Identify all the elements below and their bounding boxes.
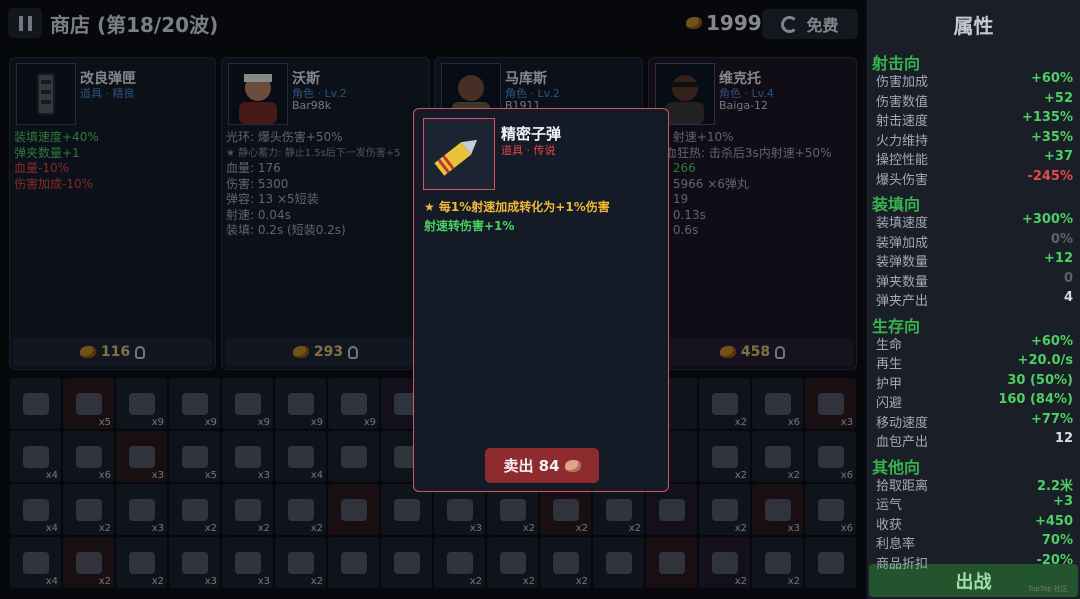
stat-row: 商品折扣 -20% [876,553,1073,572]
stat-label: 移动速度 [876,415,929,431]
stat-row: 射击速度 +135% [876,110,1073,129]
stat-value: 4 [1063,290,1073,305]
stat-value: +20.0/s [1017,353,1073,368]
stat-label: 收获 [876,517,903,533]
stat-value: +77% [1030,411,1073,427]
stat-label: 装弹加成 [876,235,929,251]
stat-value: -20% [1036,552,1073,568]
sell-label: 卖出 84 [503,457,560,475]
stat-row: 收获 +450 [876,514,1073,533]
stat-row: 操控性能 +37 [876,149,1073,168]
stat-label: 爆头伤害 [876,172,929,188]
stat-label: 血包产出 [876,435,929,450]
stat-label: 拾取距离 [876,478,929,494]
stat-label: 伤害加成 [876,75,929,90]
sell-button[interactable]: 卖出 84 [485,448,599,483]
popup-item-name: 精密子弹 [501,125,562,143]
stat-row: 生命 +60% [876,334,1073,353]
stat-value: +35% [1030,129,1073,145]
stat-value: +300% [1021,212,1073,227]
watermark: TapTap 社区 [1028,585,1068,593]
stats-panel: 属性 出战 射击向 伤害加成 +60% 伤害数值 +52 射击速度 +135% 火力维持 +35… [867,0,1080,599]
stat-label: 装弹数量 [876,255,929,270]
stat-label: 射击速度 [876,114,929,129]
stat-row: 爆头伤害 -245% [876,169,1073,188]
stat-row: 护甲 30 (50%) [876,373,1073,392]
stat-value: +52 [1044,90,1073,106]
stat-label: 操控性能 [876,153,929,168]
stat-value: +135% [1021,110,1073,125]
stat-row: 移动速度 +77% [876,412,1073,431]
stat-label: 再生 [876,357,903,372]
stat-row: 装填速度 +300% [876,212,1073,231]
stat-value: 160 (84%) [998,392,1073,407]
stat-row: 伤害加成 +60% [876,71,1073,90]
item-detail-popup: 精密子弹 道具 · 传说 ★ 每1%射速加成转化为+1%伤害 射速转伤害+1% … [413,108,669,492]
stat-label: 伤害数值 [876,94,929,110]
stat-row: 装弹加成 0% [876,232,1073,251]
stat-row: 再生 +20.0/s [876,353,1073,372]
stat-label: 装填速度 [876,216,929,231]
stat-value: +60% [1030,71,1073,86]
stat-label: 闪避 [876,396,903,411]
stat-label: 运气 [876,498,903,513]
popup-effect-description: ★ 每1%射速加成转化为+1%伤害 [424,200,610,214]
stat-label: 商品折扣 [876,556,929,572]
stat-value: 0% [1050,231,1073,247]
stat-value: 2.2米 [1036,478,1073,494]
stat-value: +12 [1044,251,1073,266]
popup-item-tag: 道具 · 传说 [501,144,556,157]
stat-row: 装弹数量 +12 [876,251,1073,270]
stat-value: 12 [1054,431,1073,446]
stat-label: 弹夹数量 [876,274,929,290]
stat-label: 护甲 [876,376,903,392]
stat-value: +37 [1044,149,1073,164]
coin-icon [564,459,581,472]
stat-row: 火力维持 +35% [876,130,1073,149]
stat-value: +450 [1034,513,1073,529]
stat-row: 弹夹产出 4 [876,290,1073,309]
stat-label: 利息率 [876,537,916,552]
bullet-item-thumb [423,118,495,190]
stats-title: 属性 [953,14,994,38]
stat-row: 血包产出 12 [876,431,1073,450]
stat-label: 火力维持 [876,133,929,149]
stat-row: 拾取距离 2.2米 [876,475,1073,494]
stat-row: 伤害数值 +52 [876,91,1073,110]
stat-value: 30 (50%) [1007,372,1073,388]
stat-row: 弹夹数量 0 [876,271,1073,290]
stat-row: 运气 +3 [876,494,1073,513]
stat-value: +60% [1030,333,1073,349]
stat-row: 利息率 70% [876,533,1073,552]
stat-value: 0 [1063,270,1073,286]
stat-label: 生命 [876,337,903,353]
popup-stat-line: 射速转伤害+1% [424,219,515,233]
stat-row: 闪避 160 (84%) [876,392,1073,411]
stat-label: 弹夹产出 [876,294,929,309]
stat-value: +3 [1053,494,1073,509]
stat-value: -245% [1027,168,1073,184]
stat-value: 70% [1041,533,1073,548]
